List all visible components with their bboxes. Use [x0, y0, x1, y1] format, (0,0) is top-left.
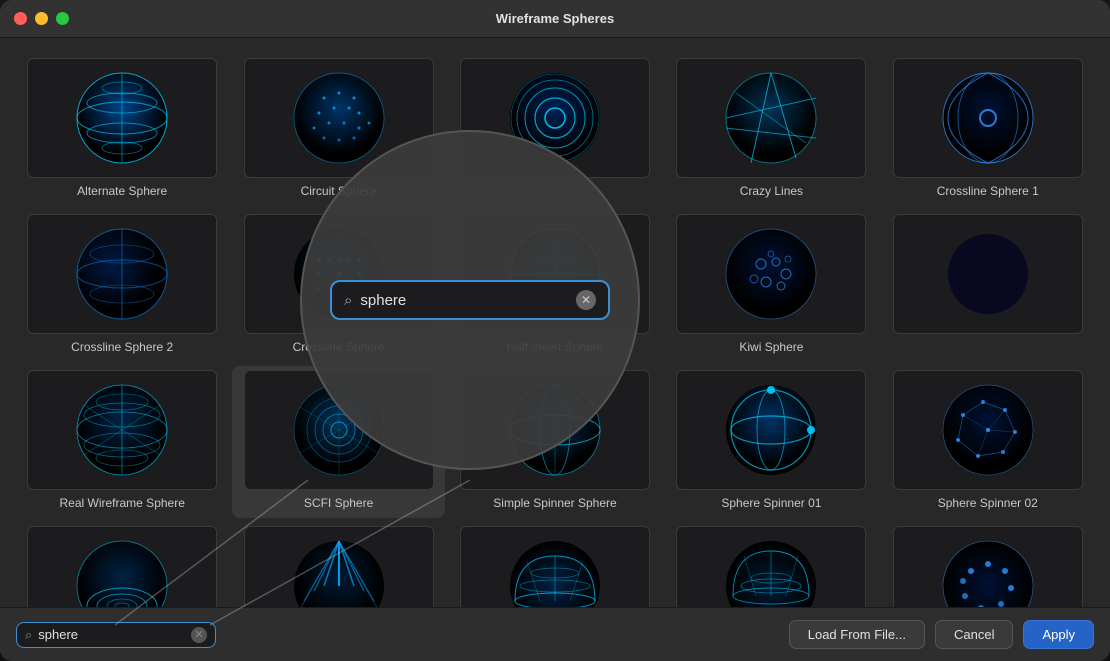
list-item[interactable]: [232, 522, 444, 607]
traffic-lights: [14, 12, 69, 25]
preset-thumbnail: [676, 526, 866, 607]
list-item[interactable]: Kiwi Sphere: [665, 210, 877, 362]
preset-thumbnail: [27, 370, 217, 490]
preset-label: Sphere Spinner 01: [721, 496, 821, 510]
preset-label: Sphere Spinner 02: [938, 496, 1038, 510]
search-clear-button[interactable]: ✕: [191, 627, 207, 643]
main-window: Wireframe Spheres Alternate Sphere: [0, 0, 1110, 661]
list-item[interactable]: [665, 522, 877, 607]
preset-thumbnail: [893, 370, 1083, 490]
preset-label: Crazy Lines: [740, 184, 803, 198]
list-item[interactable]: Alternate Sphere: [16, 54, 228, 206]
preset-thumbnail: [893, 526, 1083, 607]
list-item[interactable]: Real Wireframe Sphere: [16, 366, 228, 518]
preset-label: Kiwi Sphere: [739, 340, 803, 354]
list-item[interactable]: [449, 522, 661, 607]
list-item[interactable]: [449, 54, 661, 206]
preset-thumbnail: [676, 58, 866, 178]
preset-label: Circuit Sphere: [301, 184, 377, 198]
preset-thumbnail: [244, 214, 434, 334]
preset-thumbnail: [27, 214, 217, 334]
list-item[interactable]: Circuit Sphere: [232, 54, 444, 206]
list-item[interactable]: [882, 522, 1094, 607]
search-container: ⌕ ✕: [16, 622, 216, 648]
bottom-bar: ⌕ ✕ Load From File... Cancel Apply: [0, 607, 1110, 661]
apply-button[interactable]: Apply: [1023, 620, 1094, 649]
preset-label: Crossline Sphere 2: [71, 340, 173, 354]
list-item[interactable]: Crazy Lines: [665, 54, 877, 206]
titlebar: Wireframe Spheres: [0, 0, 1110, 38]
preset-label: Real Wireframe Sphere: [60, 496, 185, 510]
preset-grid: Alternate Sphere: [0, 38, 1110, 607]
list-item[interactable]: Crossline Sphere: [232, 210, 444, 362]
preset-thumbnail: [676, 214, 866, 334]
preset-label: SCFI Sphere: [304, 496, 373, 510]
preset-label: Crossline Sphere 1: [937, 184, 1039, 198]
cancel-button[interactable]: Cancel: [935, 620, 1013, 649]
preset-thumbnail: [676, 370, 866, 490]
maximize-button[interactable]: [56, 12, 69, 25]
preset-thumbnail: [460, 370, 650, 490]
preset-thumbnail: [893, 58, 1083, 178]
list-item[interactable]: Crossline Sphere 2: [16, 210, 228, 362]
preset-thumbnail: [27, 58, 217, 178]
preset-thumbnail: [893, 214, 1083, 334]
preset-thumbnail: [244, 526, 434, 607]
search-icon: ⌕: [25, 627, 32, 643]
preset-thumbnail: [460, 58, 650, 178]
list-item[interactable]: Crossline Sphere 1: [882, 54, 1094, 206]
list-item[interactable]: Sphere Spinner 02: [882, 366, 1094, 518]
window-title: Wireframe Spheres: [496, 11, 614, 26]
preset-label: Simple Spinner Sphere: [493, 496, 616, 510]
minimize-button[interactable]: [35, 12, 48, 25]
preset-thumbnail: [460, 214, 650, 334]
close-button[interactable]: [14, 12, 27, 25]
search-input[interactable]: [38, 627, 185, 642]
preset-thumbnail: [460, 526, 650, 607]
preset-thumbnail: [244, 370, 434, 490]
preset-label: Crossline Sphere: [293, 340, 385, 354]
list-item[interactable]: Simple Spinner Sphere: [449, 366, 661, 518]
list-item[interactable]: [882, 210, 1094, 362]
list-item[interactable]: Half Invert Sphere: [449, 210, 661, 362]
preset-label: Half Invert Sphere: [507, 340, 604, 354]
list-item[interactable]: [16, 522, 228, 607]
preset-thumbnail: [244, 58, 434, 178]
list-item[interactable]: SCFI Sphere: [232, 366, 444, 518]
load-from-file-button[interactable]: Load From File...: [789, 620, 925, 649]
list-item[interactable]: Sphere Spinner 01: [665, 366, 877, 518]
preset-label: Alternate Sphere: [77, 184, 167, 198]
preset-thumbnail: [27, 526, 217, 607]
